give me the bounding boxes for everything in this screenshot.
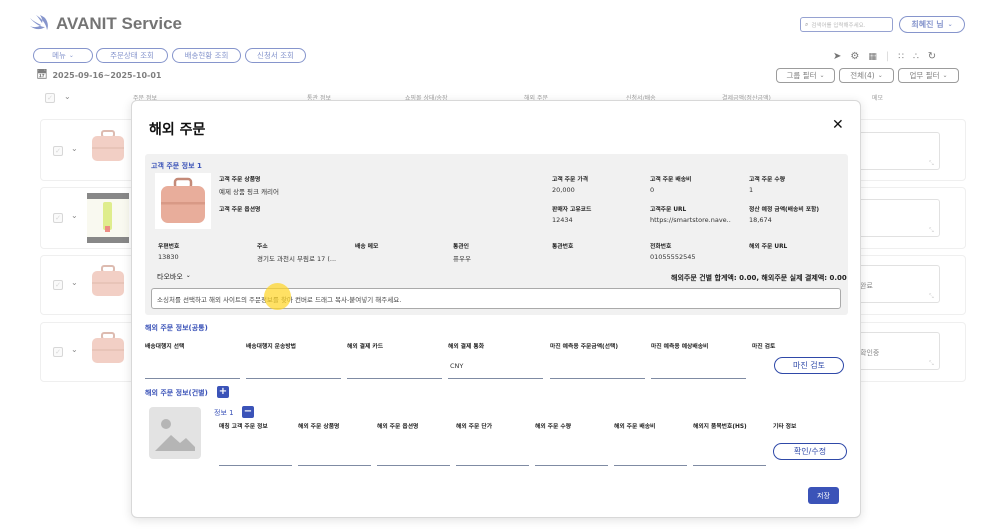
label: 고객 주문 배송비 xyxy=(650,177,692,183)
label: 고객 주문 옵션명 xyxy=(219,207,261,213)
label: 우편번호 xyxy=(158,244,180,250)
label: 배송대행지 운송방법 xyxy=(246,344,297,350)
label: 해외 주문 옵션명 xyxy=(377,424,419,430)
customs-name-value: 퓨우우 xyxy=(453,255,471,263)
settle-value: 18,674 xyxy=(749,216,772,224)
remove-item-icon[interactable]: − xyxy=(242,406,254,418)
label: 해외 주문 수량 xyxy=(535,424,572,430)
margin-ship-input[interactable] xyxy=(651,378,746,379)
source-label: 타오바오 xyxy=(157,273,183,281)
currency-select[interactable] xyxy=(448,378,543,379)
item-name-input[interactable] xyxy=(298,465,371,466)
margin-amount-input[interactable] xyxy=(550,378,645,379)
card-select[interactable] xyxy=(347,378,442,379)
unit-price-input[interactable] xyxy=(456,465,529,466)
phone-value: 01055552545 xyxy=(650,253,696,261)
item-section-title: 해외 주문 정보(건별) xyxy=(145,389,208,397)
order-url-link[interactable]: https://smartstore.nave.. xyxy=(650,216,731,224)
product-name: 예제 상품 핑크 캐리어 xyxy=(219,188,280,196)
product-image xyxy=(155,173,211,229)
label: 해외 주문 상품명 xyxy=(298,424,340,430)
label: 마진 검토 xyxy=(752,344,776,350)
label: 해외 결제 카드 xyxy=(347,344,384,350)
label: 배송 메모 xyxy=(355,244,379,250)
label: 고객주문 URL xyxy=(650,207,687,213)
button-label: 확인/수정 xyxy=(793,447,827,456)
label: 기타 정보 xyxy=(773,424,797,430)
hs-code-input[interactable] xyxy=(693,465,766,466)
paste-drop-field[interactable]: 소싱처를 선택하고 해외 사이트의 주문정보를 찾아 컨버로 드래그 복사-붙여… xyxy=(151,288,841,309)
currency-value: CNY xyxy=(450,362,464,370)
shipping-method-select[interactable] xyxy=(246,378,341,379)
label: 전화번호 xyxy=(650,244,672,250)
label: 마진 예측용 주문금액(선택) xyxy=(550,344,618,350)
image-placeholder-icon xyxy=(149,407,201,459)
confirm-edit-button[interactable]: 확인/수정 xyxy=(773,443,847,460)
qty-value: 1 xyxy=(749,186,754,194)
label: 정산 예정 금액(배송비 포함) xyxy=(749,207,820,213)
carrier-select[interactable] xyxy=(145,378,240,379)
close-icon[interactable]: ✕ xyxy=(832,117,844,133)
label: 통관인 xyxy=(453,244,469,250)
cursor-highlight xyxy=(264,283,291,310)
add-item-icon[interactable]: + xyxy=(217,386,229,398)
item-subtitle: 정보 1 xyxy=(214,409,234,417)
source-select[interactable]: 타오바오 ⌄ xyxy=(157,272,191,282)
label: 해외 결제 통화 xyxy=(448,344,485,350)
ship-fee-value: 0 xyxy=(650,186,655,194)
qty-input[interactable] xyxy=(535,465,608,466)
label: 판매자 고유코드 xyxy=(552,207,592,213)
zip-value: 13830 xyxy=(158,253,179,261)
price-value: 20,000 xyxy=(552,186,575,194)
save-button[interactable]: 저장 xyxy=(808,487,839,504)
button-label: 마진 검토 xyxy=(793,361,825,370)
label: 고객 주문 수량 xyxy=(749,177,786,183)
customer-section-title: 고객 주문 정보 1 xyxy=(151,162,202,170)
label: 고객 주문 상품명 xyxy=(219,177,261,183)
button-label: 저장 xyxy=(817,491,830,500)
label: 해외 주문 URL xyxy=(749,244,788,250)
chevron-down-icon: ⌄ xyxy=(185,272,191,279)
label: 배송대행지 선택 xyxy=(145,344,185,350)
margin-review-button[interactable]: 마진 검토 xyxy=(774,357,844,374)
label: 해외 주문 배송비 xyxy=(614,424,656,430)
modal-title: 해외 주문 xyxy=(149,122,206,138)
seller-code-value: 12434 xyxy=(552,216,573,224)
address-value: 경기도 과천시 부림로 17 (... xyxy=(257,255,337,263)
common-section-title: 해외 주문 정보(공통) xyxy=(145,324,208,332)
match-order-select[interactable] xyxy=(219,465,292,466)
label: 통관번호 xyxy=(552,244,574,250)
label: 해외지 품목번호(HS) xyxy=(693,424,747,430)
label: 마진 예측용 예상배송비 xyxy=(651,344,709,350)
item-option-input[interactable] xyxy=(377,465,450,466)
order-summary: 해외주문 건별 합계액: 0.00, 해외주문 실제 결제액: 0.00 xyxy=(671,274,847,282)
label: 주소 xyxy=(257,244,268,250)
ship-fee-input[interactable] xyxy=(614,465,687,466)
label: 고객 주문 가격 xyxy=(552,177,589,183)
overseas-order-modal: 해외 주문 ✕ 고객 주문 정보 1 고객 주문 상품명 예제 상품 핑크 캐리… xyxy=(131,100,861,518)
label: 해외 주문 단가 xyxy=(456,424,493,430)
label: 매칭 고객 주문 정보 xyxy=(219,424,268,430)
